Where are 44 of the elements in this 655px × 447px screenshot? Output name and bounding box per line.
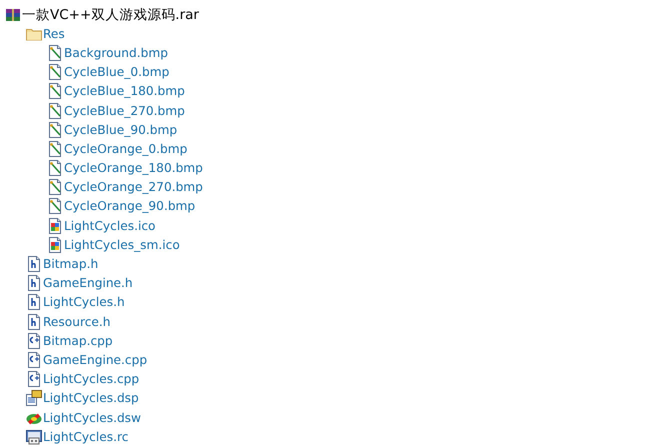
file-name[interactable]: CycleOrange_180.bmp <box>64 161 203 176</box>
source-file-icon <box>26 352 42 368</box>
image-file-icon <box>47 44 63 61</box>
source-file-icon <box>26 371 42 388</box>
header-file-icon <box>26 256 42 272</box>
image-file-icon <box>47 83 63 100</box>
icon-file-icon <box>47 236 63 253</box>
file-name[interactable]: LightCycles.rc <box>43 430 128 444</box>
file-name[interactable]: LightCycles.ico <box>64 218 156 233</box>
file-name[interactable]: LightCycles.dsp <box>43 391 139 406</box>
archive-name[interactable]: 一款VC++双人游戏源码.rar <box>22 6 199 24</box>
file-name[interactable]: CycleOrange_0.bmp <box>64 142 188 156</box>
header-file-icon <box>26 275 42 292</box>
file-name[interactable]: CycleBlue_180.bmp <box>64 84 185 98</box>
file-name[interactable]: LightCycles.h <box>43 295 125 310</box>
file-name[interactable]: LightCycles.cpp <box>43 372 140 386</box>
image-file-icon <box>47 64 63 80</box>
file-name[interactable]: LightCycles.dsw <box>43 410 141 425</box>
project-file-icon <box>26 390 42 406</box>
file-name[interactable]: CycleOrange_90.bmp <box>64 199 196 214</box>
icon-file-icon <box>47 218 63 234</box>
image-file-icon <box>47 179 63 196</box>
header-file-icon <box>26 294 42 310</box>
file-name[interactable]: Res <box>43 26 65 41</box>
image-file-icon <box>47 198 63 214</box>
file-name[interactable]: Bitmap.cpp <box>43 334 113 348</box>
file-name[interactable]: Resource.h <box>43 314 110 329</box>
file-name[interactable]: GameEngine.cpp <box>43 352 148 367</box>
file-name[interactable]: CycleBlue_0.bmp <box>64 65 170 80</box>
file-name[interactable]: Background.bmp <box>64 46 168 60</box>
file-name[interactable]: CycleOrange_270.bmp <box>64 180 203 194</box>
image-file-icon <box>47 160 63 176</box>
source-file-icon <box>26 332 42 349</box>
file-name[interactable]: Bitmap.h <box>43 257 98 272</box>
file-name[interactable]: CycleBlue_90.bmp <box>64 122 178 137</box>
resource-file-icon <box>26 428 42 445</box>
image-file-icon <box>47 122 63 138</box>
image-file-icon <box>47 102 63 119</box>
file-name[interactable]: GameEngine.h <box>43 276 133 290</box>
header-file-icon <box>26 314 42 330</box>
image-file-icon <box>47 140 63 157</box>
file-name[interactable]: CycleBlue_270.bmp <box>64 104 185 118</box>
file-name[interactable]: LightCycles_sm.ico <box>64 238 180 252</box>
archive-icon <box>5 6 21 23</box>
